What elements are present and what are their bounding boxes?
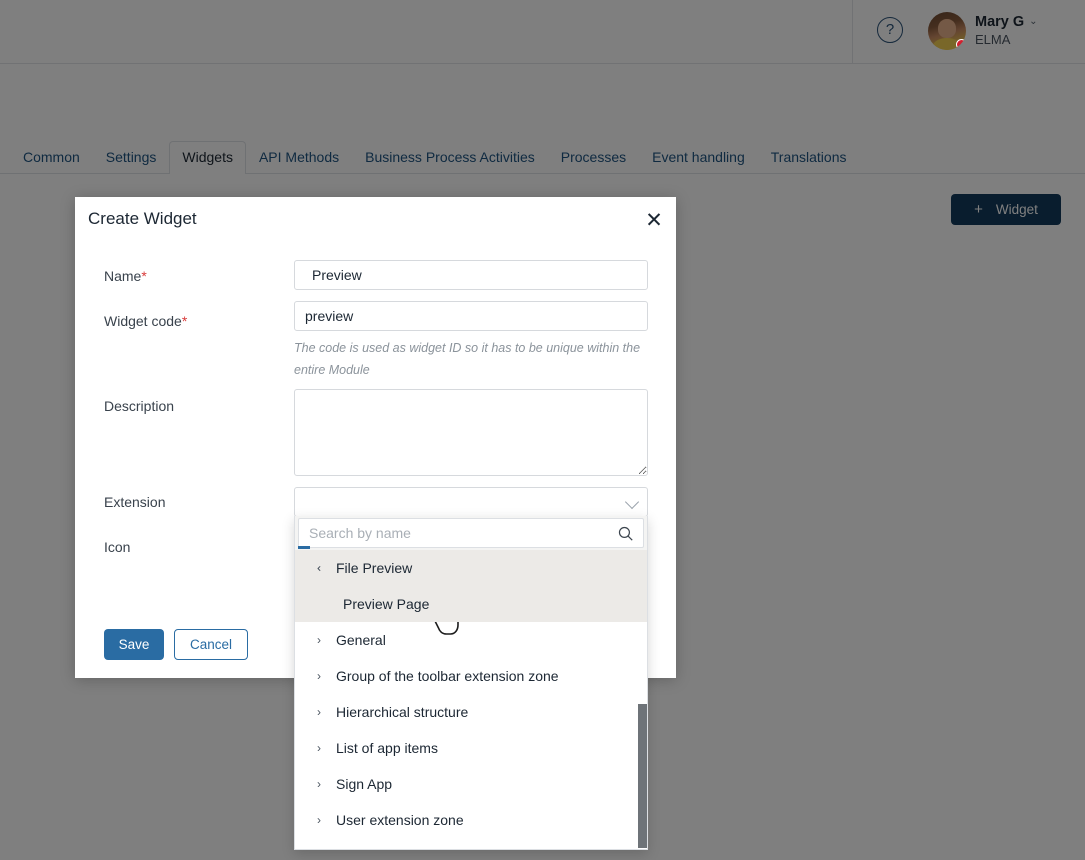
list-item-label: File Preview [336, 560, 413, 576]
extension-label: Extension [104, 494, 166, 510]
name-label-text: Name [104, 268, 142, 284]
extension-dropdown-panel: ⌄ File Preview Preview Page › General › … [294, 516, 648, 850]
chevron-right-icon[interactable]: › [317, 669, 326, 683]
widget-code-input[interactable] [294, 301, 648, 331]
chevron-right-icon[interactable]: › [317, 633, 326, 647]
chevron-right-icon[interactable]: › [317, 741, 326, 755]
chevron-right-icon[interactable]: › [317, 813, 326, 827]
close-icon[interactable]: ✕ [641, 207, 667, 233]
list-item-file-preview[interactable]: ⌄ File Preview [295, 550, 647, 586]
dialog-title: Create Widget [88, 209, 197, 228]
list-item-group-of-the-toolbar-extension-zone[interactable]: › Group of the toolbar extension zone [295, 658, 647, 694]
chevron-down-icon [624, 494, 640, 510]
list-item-label: General [336, 632, 386, 648]
chevron-right-icon[interactable]: › [317, 777, 326, 791]
name-label: Name* [104, 268, 147, 284]
description-label: Description [104, 398, 175, 414]
list-item-label: Hierarchical structure [336, 704, 469, 720]
chevron-expanded-icon[interactable]: ⌄ [315, 564, 329, 574]
list-item-user-extension-zone[interactable]: › User extension zone [295, 802, 647, 838]
list-item-hierarchical-structure[interactable]: › Hierarchical structure [295, 694, 647, 730]
required-marker: * [181, 313, 188, 329]
icon-label: Icon [104, 539, 131, 555]
list-item-label: Group of the toolbar extension zone [336, 668, 559, 684]
dropdown-focus-indicator [298, 546, 310, 549]
widget-code-hint: The code is used as widget ID so it has … [294, 341, 641, 377]
avatar-status-dot [956, 39, 966, 50]
widget-code-label-text: Widget code [104, 313, 182, 329]
list-item-label: List of app items [336, 740, 438, 756]
required-marker: * [141, 268, 147, 284]
dropdown-search-row [295, 516, 647, 550]
description-textarea[interactable] [294, 389, 648, 476]
extension-select[interactable] [294, 487, 648, 517]
search-input[interactable] [298, 518, 644, 548]
search-icon[interactable] [617, 525, 634, 542]
list-item-label: Sign App [336, 776, 393, 792]
cancel-button[interactable]: Cancel [174, 629, 248, 660]
list-item-list-of-app-items[interactable]: › List of app items [295, 730, 647, 766]
list-item-sign-app[interactable]: › Sign App [295, 766, 647, 802]
list-item-label: Preview Page [343, 596, 430, 612]
chevron-right-icon[interactable]: › [317, 705, 326, 719]
list-item-general[interactable]: › General [295, 622, 647, 658]
save-button[interactable]: Save [104, 629, 164, 660]
list-item-preview-page[interactable]: Preview Page [295, 586, 647, 622]
widget-code-label: Widget code* [104, 313, 187, 329]
name-input[interactable] [294, 260, 648, 290]
extension-list: ⌄ File Preview Preview Page › General › … [295, 550, 647, 848]
list-item-label: User extension zone [336, 812, 464, 828]
dropdown-scrollbar[interactable] [638, 704, 647, 848]
